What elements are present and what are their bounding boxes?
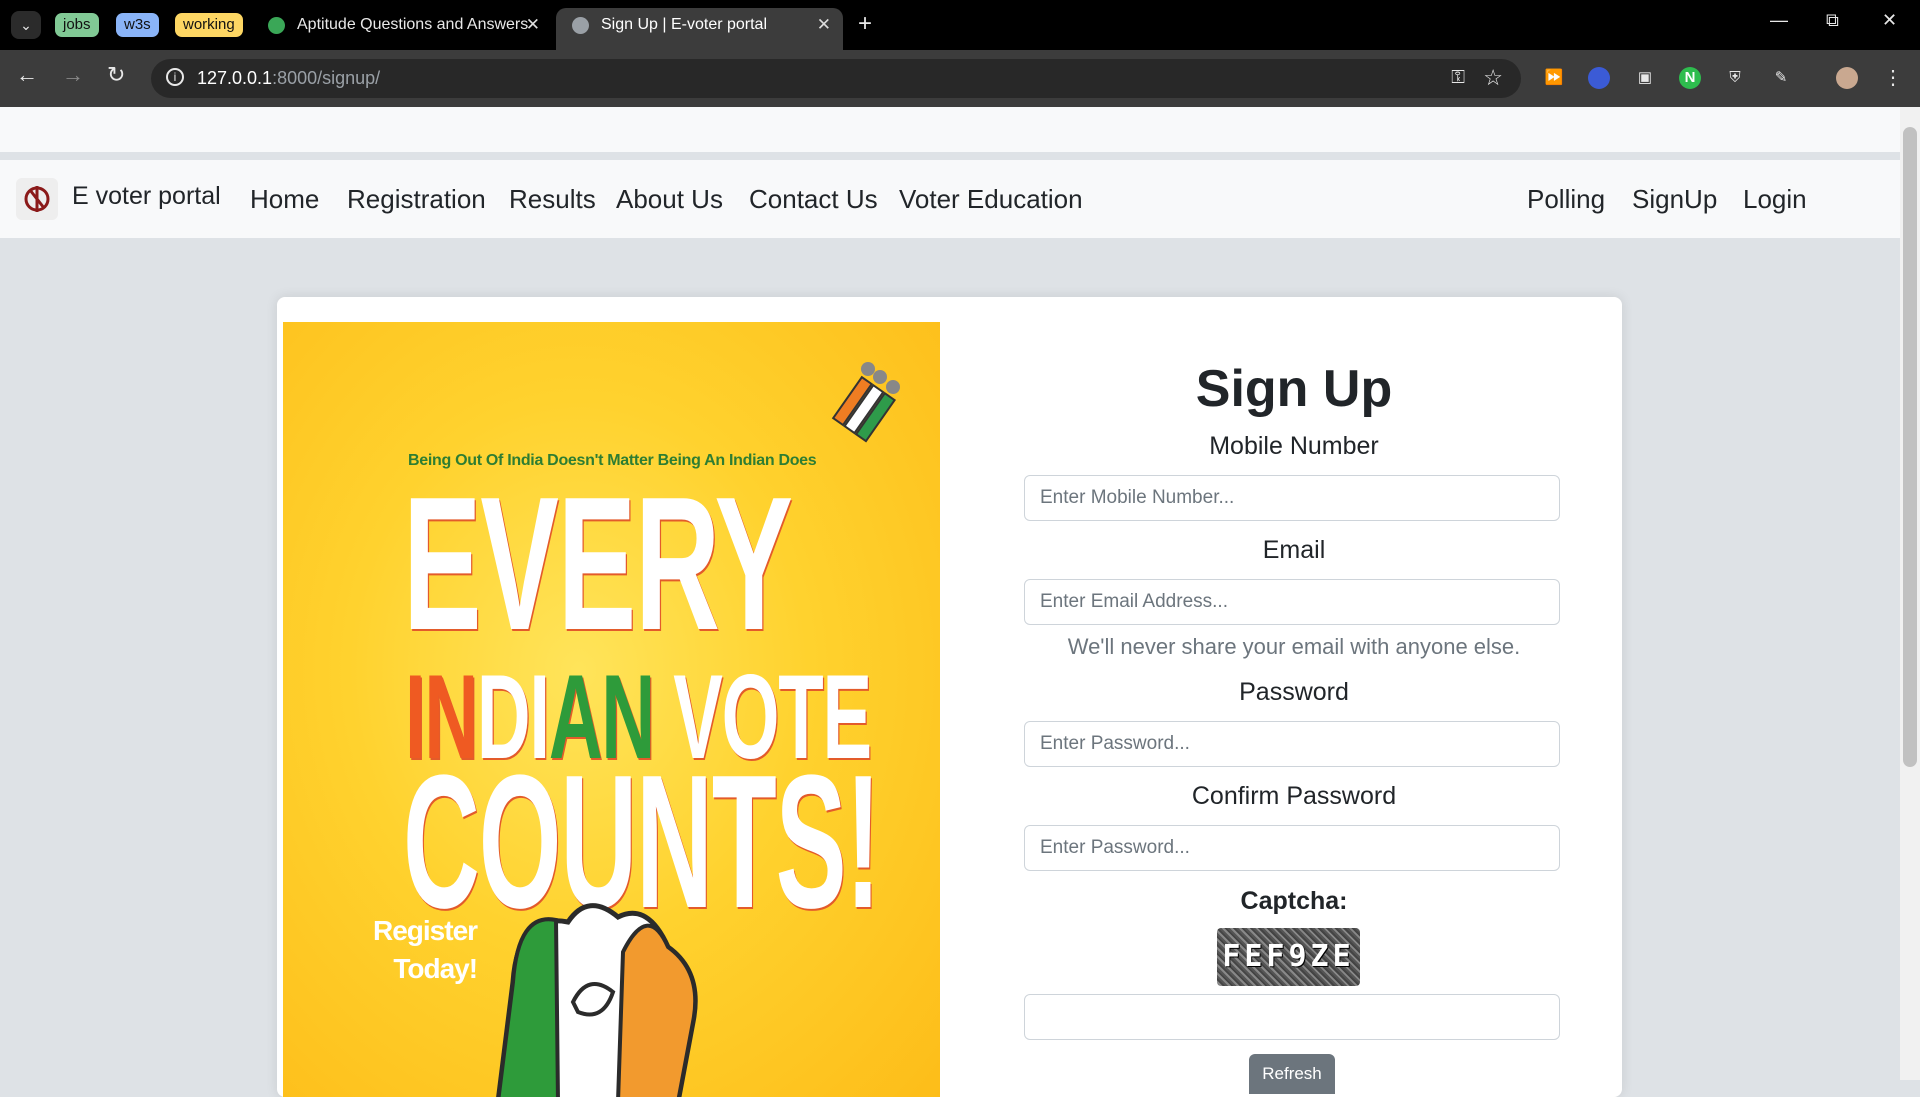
email-help-text: We'll never share your email with anyone… xyxy=(1067,634,1521,659)
brand-name[interactable]: E voter portal xyxy=(72,182,221,211)
mobile-label: Mobile Number xyxy=(1209,432,1379,460)
top-strip xyxy=(0,107,1900,152)
site-navbar: E voter portal Home Registration Results… xyxy=(0,160,1900,238)
tab-aptitude[interactable]: Aptitude Questions and Answers ✕ xyxy=(252,8,552,50)
password-key-icon[interactable]: ⚿ xyxy=(1451,67,1465,88)
extensions-puzzle-icon[interactable]: ✎ xyxy=(1770,67,1792,89)
favicon-icon xyxy=(268,17,285,34)
browser-toolbar: ← → ↻ i 127.0.0.1:8000/signup/ ⚿ ☆ ⏩ ▣ N… xyxy=(0,50,1920,107)
nav-voter-education[interactable]: Voter Education xyxy=(899,184,1083,215)
divider xyxy=(0,152,1900,160)
tab-signup[interactable]: Sign Up | E-voter portal ✕ xyxy=(556,8,843,50)
site-info-icon[interactable]: i xyxy=(166,68,184,86)
extension-n-icon[interactable]: N xyxy=(1679,67,1701,89)
confirm-password-label: Confirm Password xyxy=(1191,782,1397,810)
globe-icon xyxy=(572,17,589,34)
media-icon[interactable]: ⏩ xyxy=(1543,67,1565,89)
new-tab-icon[interactable]: + xyxy=(858,10,872,38)
nav-results[interactable]: Results xyxy=(509,184,596,215)
email-label: Email xyxy=(1262,536,1326,564)
signup-card: Being Out Of India Doesn't Matter Being … xyxy=(277,297,1622,1097)
nav-contact-us[interactable]: Contact Us xyxy=(749,184,878,215)
page-scrollbar[interactable] xyxy=(1900,107,1920,1080)
extension-window-icon[interactable]: ▣ xyxy=(1634,67,1656,89)
captcha-input[interactable] xyxy=(1024,994,1560,1040)
close-window-icon[interactable]: ✕ xyxy=(1882,10,1897,31)
scroll-thumb[interactable] xyxy=(1903,127,1917,767)
voter-poster-image: Being Out Of India Doesn't Matter Being … xyxy=(283,322,940,1097)
nav-registration[interactable]: Registration xyxy=(347,184,486,215)
extension-rss-icon[interactable] xyxy=(1588,67,1610,89)
restore-icon[interactable]: ⧉ xyxy=(1826,10,1839,31)
menu-kebab-icon[interactable]: ⋮ xyxy=(1882,67,1904,89)
shield-icon[interactable]: ⛨ xyxy=(1724,67,1746,89)
nav-login[interactable]: Login xyxy=(1743,184,1807,215)
minimize-icon[interactable]: — xyxy=(1770,10,1788,31)
mobile-input[interactable] xyxy=(1024,475,1560,521)
close-tab-icon[interactable]: ✕ xyxy=(817,8,831,42)
password-input[interactable] xyxy=(1024,721,1560,767)
page-title: Sign Up xyxy=(1195,360,1393,418)
tab-group-working[interactable]: working xyxy=(175,13,243,37)
nav-polling[interactable]: Polling xyxy=(1527,184,1605,215)
url-text: 127.0.0.1:8000/signup/ xyxy=(197,68,381,88)
captcha-image: FEF9ZE xyxy=(1217,928,1360,986)
address-bar[interactable]: i 127.0.0.1:8000/signup/ ⚿ ☆ xyxy=(151,59,1521,98)
fist-illustration xyxy=(496,903,698,1097)
back-icon[interactable]: ← xyxy=(16,62,38,88)
poster-register-today: Register Today! xyxy=(373,915,478,984)
poster-every: EVERY xyxy=(403,458,793,670)
refresh-captcha-button[interactable]: Refresh xyxy=(1249,1054,1335,1094)
bookmark-star-icon[interactable]: ☆ xyxy=(1483,65,1503,91)
tab-title: Aptitude Questions and Answers xyxy=(297,16,529,33)
confirm-password-input[interactable] xyxy=(1024,825,1560,871)
brand-logo[interactable] xyxy=(16,178,58,220)
password-label: Password xyxy=(1239,678,1349,706)
nav-about-us[interactable]: About Us xyxy=(616,184,723,215)
tab-group-w3s[interactable]: w3s xyxy=(116,13,159,37)
tab-group-jobs[interactable]: jobs xyxy=(55,13,99,37)
browser-tab-bar: ⌄ jobs w3s working Aptitude Questions an… xyxy=(0,0,1920,50)
election-commission-logo xyxy=(831,362,900,443)
nav-home[interactable]: Home xyxy=(250,184,319,215)
email-input[interactable] xyxy=(1024,579,1560,625)
forward-icon[interactable]: → xyxy=(62,62,84,88)
close-tab-icon[interactable]: ✕ xyxy=(526,8,540,42)
profile-avatar[interactable] xyxy=(1836,67,1858,89)
captcha-label: Captcha: xyxy=(1240,887,1348,915)
tab-search-button[interactable]: ⌄ xyxy=(11,11,41,39)
nav-signup[interactable]: SignUp xyxy=(1632,184,1717,215)
tab-title: Sign Up | E-voter portal xyxy=(601,16,768,33)
reload-icon[interactable]: ↻ xyxy=(107,62,125,88)
